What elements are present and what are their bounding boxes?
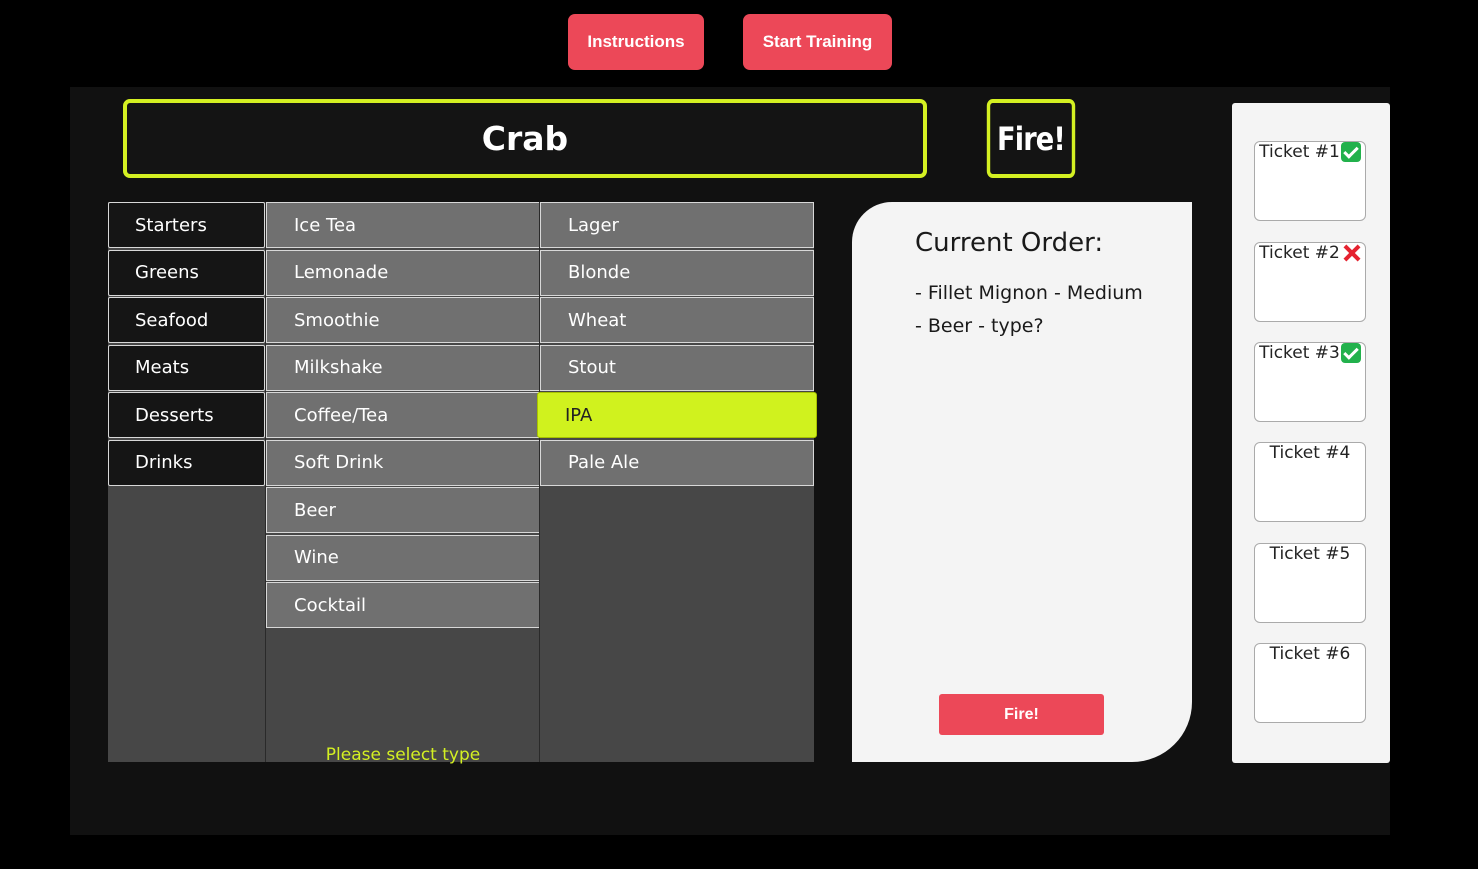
beer-type-stout[interactable]: Stout (540, 344, 814, 391)
cross-mark-icon (1341, 243, 1361, 263)
tickets-panel: Ticket #1 Ticket #2 Ticket #3 Ticket #4 Tick… (1232, 103, 1390, 763)
beer-type-blonde[interactable]: Blonde (540, 249, 814, 296)
current-order-panel: Current Order: - Fillet Mignon - Medium … (852, 202, 1192, 762)
category-greens[interactable]: Greens (108, 249, 265, 296)
order-title: Current Order: (915, 228, 1104, 258)
category-desserts[interactable]: Desserts (108, 392, 265, 438)
beer-type-wheat[interactable]: Wheat (540, 297, 814, 343)
drink-type-lemonade[interactable]: Lemonade (266, 249, 540, 296)
drink-type-cocktail[interactable]: Cocktail (266, 582, 540, 628)
ticket-label: Ticket #3 (1259, 343, 1340, 363)
order-list: - Fillet Mignon - Medium - Beer - type? (915, 282, 1143, 348)
start-training-button[interactable]: Start Training (743, 14, 892, 70)
drink-type-smoothie[interactable]: Smoothie (266, 297, 540, 343)
ticket-label: Ticket #5 (1269, 544, 1351, 564)
ticket-5[interactable]: Ticket #5 (1254, 543, 1366, 623)
category-column: Starters Greens Seafood Meats Desserts Drinks (108, 202, 265, 762)
order-item: - Beer - type? (915, 315, 1044, 337)
ticket-label: Ticket #2 (1259, 243, 1340, 263)
ticket-2[interactable]: Ticket #2 (1254, 242, 1366, 322)
fire-top-button[interactable]: Fire! (986, 99, 1076, 178)
beer-type-lager[interactable]: Lager (540, 202, 814, 248)
fire-order-button[interactable]: Fire! (939, 694, 1104, 735)
category-starters[interactable]: Starters (108, 202, 265, 248)
ticket-label: Ticket #1 (1259, 142, 1340, 162)
drink-type-column: Ice Tea Lemonade Smoothie Milkshake Coffee/T… (265, 202, 540, 765)
drink-type-milkshake[interactable]: Milkshake (266, 344, 540, 391)
category-drinks[interactable]: Drinks (108, 439, 265, 486)
ticket-3[interactable]: Ticket #3 (1254, 342, 1366, 422)
drink-type-ice-tea[interactable]: Ice Tea (266, 202, 540, 248)
check-mark-icon (1340, 343, 1361, 363)
check-mark-icon (1340, 142, 1361, 162)
category-seafood[interactable]: Seafood (108, 297, 265, 343)
beer-type-pale-ale[interactable]: Pale Ale (540, 439, 814, 486)
beer-type-column: Lager Blonde Wheat Stout IPA Pale Ale (537, 202, 817, 762)
category-meats[interactable]: Meats (108, 344, 265, 391)
drink-type-wine[interactable]: Wine (266, 534, 540, 581)
ticket-4[interactable]: Ticket #4 (1254, 442, 1366, 522)
select-type-prompt: Please select type (325, 745, 481, 765)
ticket-1[interactable]: Ticket #1 (1254, 141, 1366, 221)
order-item: - Fillet Mignon - Medium (915, 282, 1143, 304)
ticket-6[interactable]: Ticket #6 (1254, 643, 1366, 723)
beer-type-ipa[interactable]: IPA (537, 392, 817, 438)
ticket-label: Ticket #6 (1269, 644, 1351, 664)
current-item-display: Crab (123, 99, 927, 178)
drink-type-soft-drink[interactable]: Soft Drink (266, 439, 540, 486)
instructions-button[interactable]: Instructions (568, 14, 704, 70)
drink-type-beer[interactable]: Beer (266, 487, 540, 533)
ticket-label: Ticket #4 (1269, 443, 1351, 463)
drink-type-coffee-tea[interactable]: Coffee/Tea (266, 392, 540, 438)
